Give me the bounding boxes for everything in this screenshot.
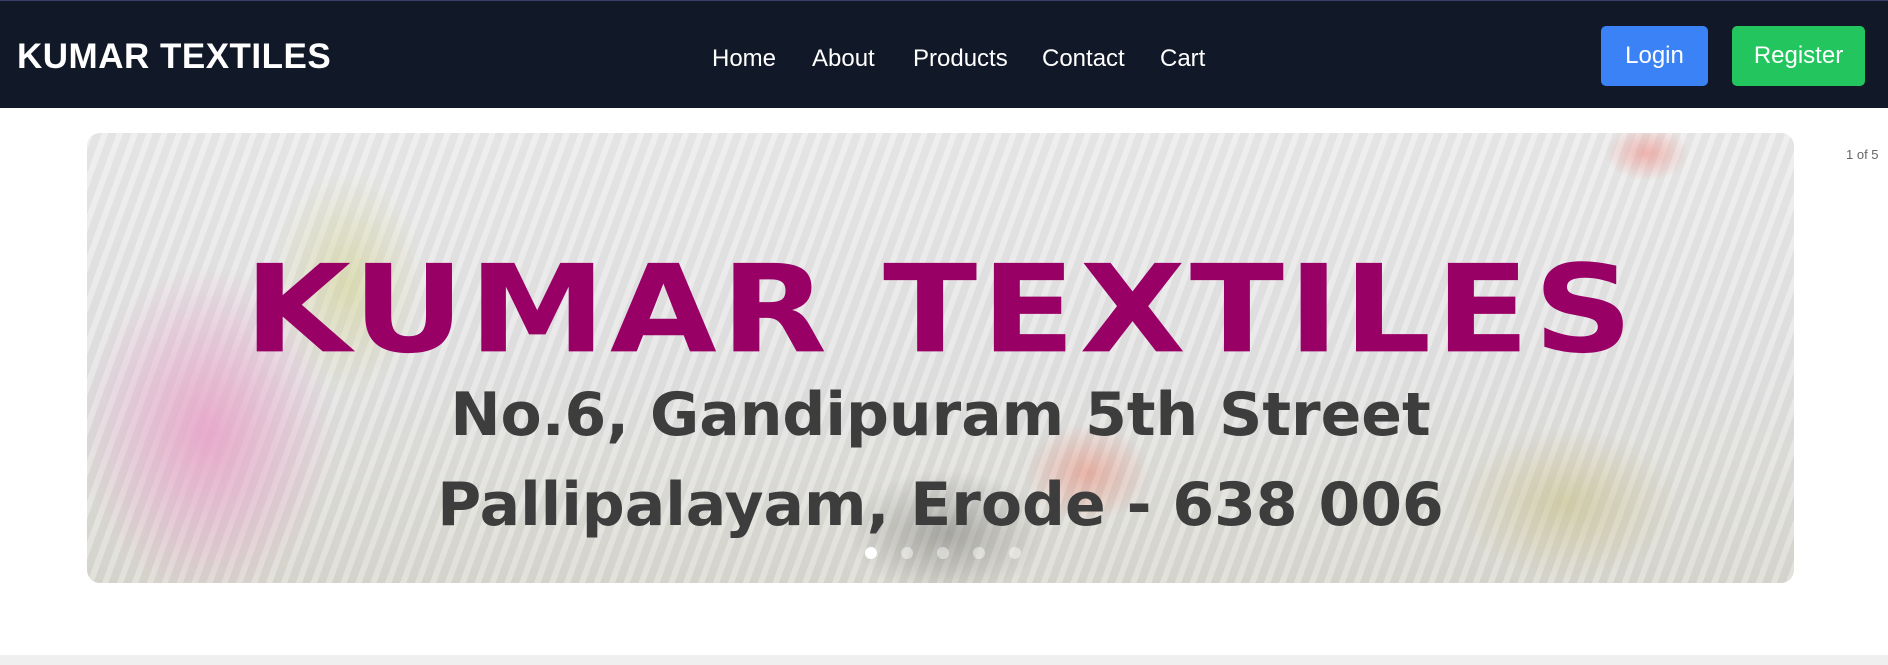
slide-counter: 1 of 5 <box>1846 147 1879 162</box>
login-button[interactable]: Login <box>1601 26 1708 86</box>
page-footer-strip <box>0 655 1888 665</box>
nav-link-products[interactable]: Products <box>913 45 1008 73</box>
carousel-dot-5[interactable] <box>1009 547 1021 559</box>
carousel-dot-3[interactable] <box>937 547 949 559</box>
nav-link-contact[interactable]: Contact <box>1042 45 1125 73</box>
carousel-dot-4[interactable] <box>973 547 985 559</box>
navbar: KUMAR TEXTILES Home About Products Conta… <box>0 0 1888 108</box>
hero-carousel[interactable]: KUMAR TEXTILES No.6, Gandipuram 5th Stre… <box>87 133 1794 583</box>
nav-link-about[interactable]: About <box>812 45 875 73</box>
carousel-dot-2[interactable] <box>901 547 913 559</box>
register-button[interactable]: Register <box>1732 26 1865 86</box>
slide-title: KUMAR TEXTILES <box>244 238 1637 381</box>
nav-link-cart[interactable]: Cart <box>1160 45 1205 73</box>
carousel-dots <box>865 547 1021 561</box>
nav-link-home[interactable]: Home <box>712 45 776 73</box>
slide-address-line-2: Pallipalayam, Erode - 638 006 <box>437 470 1444 540</box>
carousel-dot-1[interactable] <box>865 547 877 559</box>
slide-address-line-1: No.6, Gandipuram 5th Street <box>450 380 1431 450</box>
brand-logo[interactable]: KUMAR TEXTILES <box>17 37 331 77</box>
